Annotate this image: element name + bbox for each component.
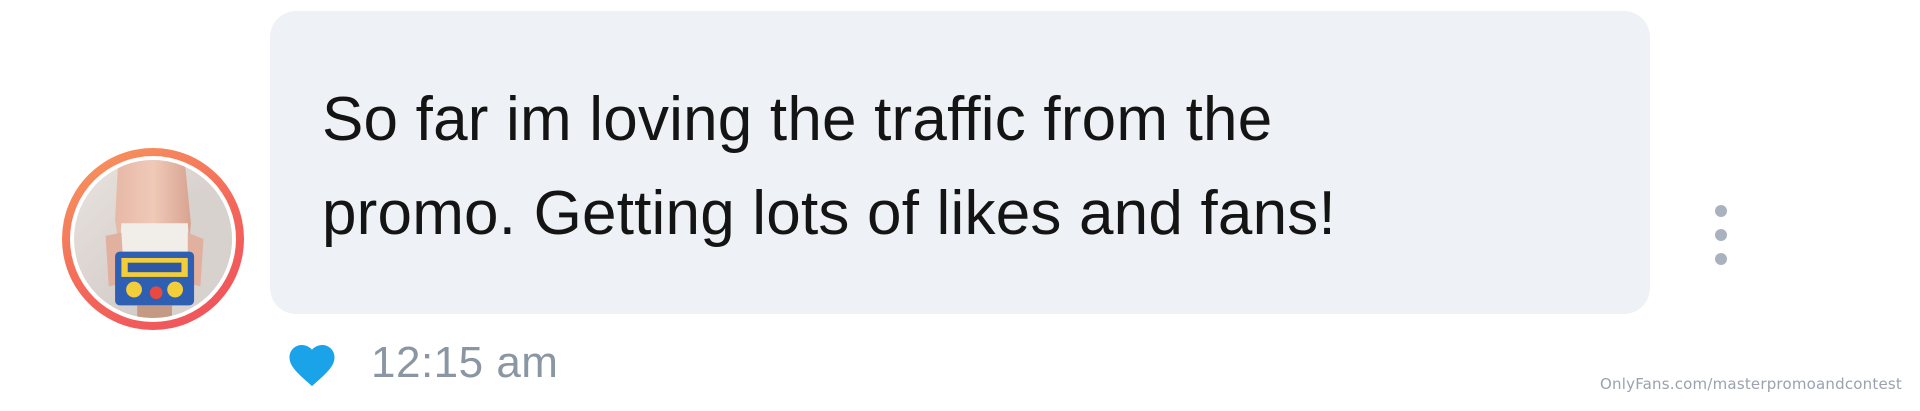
avatar-border <box>70 156 236 322</box>
chat-message-row: So far im loving the traffic from the pr… <box>0 0 1920 411</box>
more-vertical-icon <box>1715 205 1727 217</box>
more-vertical-icon-dot <box>1715 229 1727 241</box>
message-bubble[interactable]: So far im loving the traffic from the pr… <box>270 11 1650 314</box>
avatar[interactable] <box>62 148 244 330</box>
message-meta: 12:15 am <box>285 333 558 393</box>
message-timestamp: 12:15 am <box>371 338 559 387</box>
watermark: OnlyFans.com/masterpromoandcontest <box>1600 375 1902 393</box>
avatar-photo <box>74 160 232 318</box>
message-text: So far im loving the traffic from the pr… <box>322 85 1336 248</box>
more-vertical-icon-dot <box>1715 253 1727 265</box>
message-more-button[interactable] <box>1706 205 1736 265</box>
heart-icon[interactable] <box>285 338 339 388</box>
